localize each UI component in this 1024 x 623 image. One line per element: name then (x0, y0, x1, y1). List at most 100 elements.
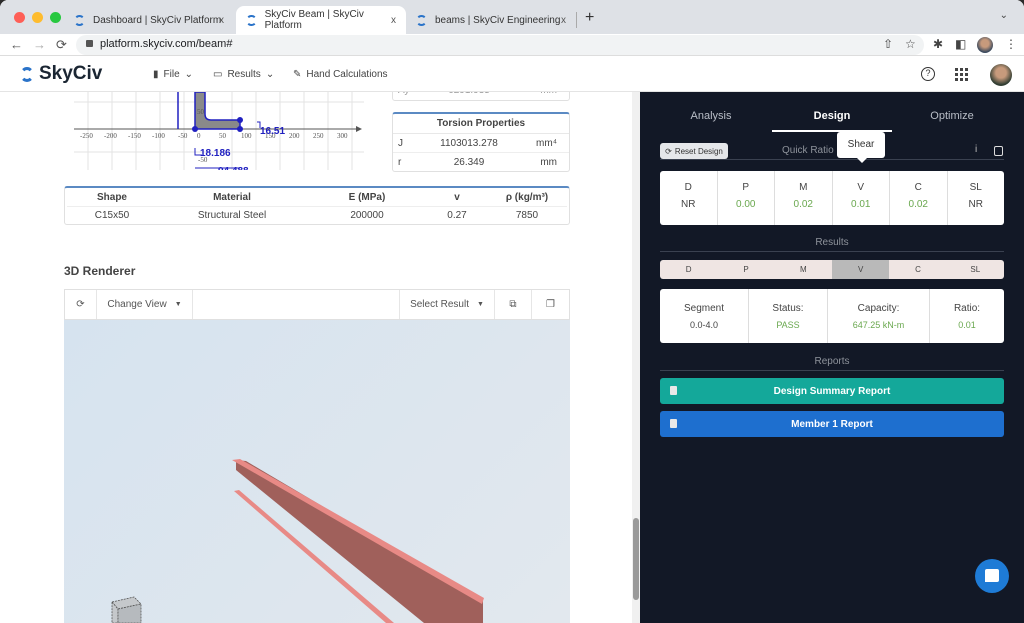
menu-hand-calculations[interactable]: ✎ Hand Calculations (293, 69, 388, 80)
svg-text:250: 250 (313, 132, 324, 140)
menu-label: Results (227, 69, 261, 80)
tab-divider (576, 12, 577, 28)
skyciv-favicon-icon (416, 14, 427, 26)
caret-down-icon: ▼ (174, 301, 182, 308)
svg-text:18.186: 18.186 (200, 148, 231, 159)
tab-title: beams | SkyCiv Engineering (435, 14, 561, 26)
back-icon[interactable]: ← (10, 37, 23, 52)
copy-image-button[interactable]: ⧉ (495, 290, 532, 319)
property-row: J 1103013.278 mm⁴ (393, 134, 569, 153)
tab-title: Dashboard | SkyCiv Platform (93, 14, 222, 26)
close-tab-icon[interactable]: x (561, 15, 566, 26)
svg-text:16.51: 16.51 (260, 126, 285, 137)
chevron-down-icon: ⌄ (184, 69, 194, 80)
refresh-icon: ⟳ (665, 146, 672, 156)
refresh-view-button[interactable]: ⟳ (65, 290, 97, 319)
copy-icon[interactable] (994, 146, 1003, 156)
share-icon[interactable]: ⇧ (883, 37, 893, 51)
menu-icon[interactable]: ⋮ (1005, 37, 1017, 51)
browser-tab[interactable]: Dashboard | SkyCiv Platform x (64, 6, 234, 34)
fullscreen-button[interactable]: ❐ (532, 290, 569, 319)
svg-text:200: 200 (289, 132, 300, 140)
quick-ratio-label: Quick Ratio (782, 145, 834, 156)
3d-viewport[interactable] (64, 320, 570, 623)
info-icon[interactable]: i (975, 144, 977, 155)
tab-analysis[interactable]: Analysis (647, 110, 775, 122)
ratio-cell-c[interactable]: C 0.02 (890, 171, 948, 225)
menu-results[interactable]: ▭ Results ⌄ (213, 69, 274, 80)
segment-cell: Segment 0.0-4.0 (660, 289, 749, 343)
svg-text:-100: -100 (152, 132, 165, 140)
document-icon (670, 386, 677, 395)
result-detail-table: Segment 0.0-4.0 Status: PASS Capacity: 647.… (660, 289, 1004, 343)
chat-support-button[interactable] (975, 559, 1009, 593)
browser-tab[interactable]: beams | SkyCiv Engineering x (406, 6, 576, 34)
close-window-button[interactable] (14, 12, 25, 23)
star-icon[interactable]: ☆ (905, 37, 916, 51)
column-header: Shape (67, 189, 157, 207)
member-report-button[interactable]: Member 1 Report (660, 411, 1004, 437)
url-text[interactable]: platform.skyciv.com/beam# (100, 38, 232, 50)
table-cell: C15x50 (94, 210, 130, 221)
file-icon: ▮ (153, 69, 159, 80)
tab-search-chevron-icon[interactable]: ⌄ (1000, 10, 1008, 21)
result-tab-v[interactable]: V (831, 260, 890, 279)
close-tab-icon[interactable]: x (391, 15, 396, 26)
shear-tooltip: Shear (837, 132, 885, 163)
skyciv-favicon-icon (246, 14, 257, 26)
tab-optimize[interactable]: Optimize (888, 110, 1016, 122)
extensions-icon[interactable]: ✱ (933, 37, 943, 51)
view-cube-icon (111, 596, 142, 623)
renderer-heading: 3D Renderer (64, 264, 136, 278)
maximize-window-button[interactable] (50, 12, 61, 23)
user-avatar[interactable] (990, 64, 1012, 86)
forward-icon[interactable]: → (33, 37, 46, 52)
browser-tab-active[interactable]: SkyCiv Beam | SkyCiv Platform x (236, 6, 406, 34)
divider (660, 370, 1004, 371)
ratio-cell-v[interactable]: V 0.01 (833, 171, 890, 225)
column-header: Material (157, 189, 307, 207)
copy-icon: ⧉ (509, 299, 517, 310)
3d-scene[interactable] (64, 320, 570, 623)
apps-grid-icon[interactable] (955, 68, 968, 81)
lock-icon[interactable] (86, 40, 93, 47)
scrollbar-thumb[interactable] (633, 518, 639, 600)
chat-icon (985, 569, 999, 582)
result-tab-m[interactable]: M (775, 260, 832, 279)
sidebar-icon[interactable]: ◧ (955, 37, 966, 51)
profile-icon[interactable] (977, 37, 993, 53)
reset-design-button[interactable]: ⟳ Reset Design (660, 143, 728, 159)
ratio-cell-d[interactable]: D NR (660, 171, 718, 225)
browser-window: Dashboard | SkyCiv Platform x SkyCiv Bea… (0, 0, 1024, 623)
window-controls (14, 12, 61, 23)
column-header: v (427, 189, 487, 207)
menu-label: File (163, 69, 180, 80)
menu-file[interactable]: ▮ File ⌄ (153, 69, 193, 80)
ratio-cell-sl[interactable]: SL NR (948, 171, 1005, 225)
ratio-cell: Ratio: 0.01 (953, 303, 981, 330)
menu-label: Hand Calculations (306, 69, 388, 80)
reload-icon[interactable]: ⟳ (56, 37, 67, 53)
result-tab-p[interactable]: P (717, 260, 774, 279)
skyciv-logo[interactable]: SkyCiv (20, 63, 102, 85)
new-tab-button[interactable]: + (585, 9, 594, 27)
design-summary-report-button[interactable]: Design Summary Report (660, 378, 1004, 404)
minimize-window-button[interactable] (32, 12, 43, 23)
divider (660, 159, 1004, 160)
select-result-dropdown[interactable]: Select Result ▼ (399, 290, 495, 319)
refresh-icon: ⟳ (76, 299, 85, 310)
svg-text:300: 300 (337, 132, 348, 140)
close-tab-icon[interactable]: x (219, 15, 224, 26)
change-view-dropdown[interactable]: Change View ▼ (97, 290, 193, 319)
ratio-cell-m[interactable]: M 0.02 (775, 171, 833, 225)
result-tab-c[interactable]: C (889, 260, 946, 279)
result-tab-d[interactable]: D (660, 260, 717, 279)
ratio-cell-p[interactable]: P 0.00 (718, 171, 775, 225)
torsion-properties-card: Torsion Properties J 1103013.278 mm⁴ r 2… (392, 112, 570, 172)
table-cell: 200000 (350, 210, 384, 221)
help-icon[interactable]: ? (921, 67, 935, 81)
results-label: Results (815, 237, 849, 248)
tab-design[interactable]: Design (768, 110, 896, 122)
design-panel: Analysis Design Optimize ⟳ Reset Design … (640, 92, 1024, 623)
result-tab-sl[interactable]: SL (947, 260, 1004, 279)
